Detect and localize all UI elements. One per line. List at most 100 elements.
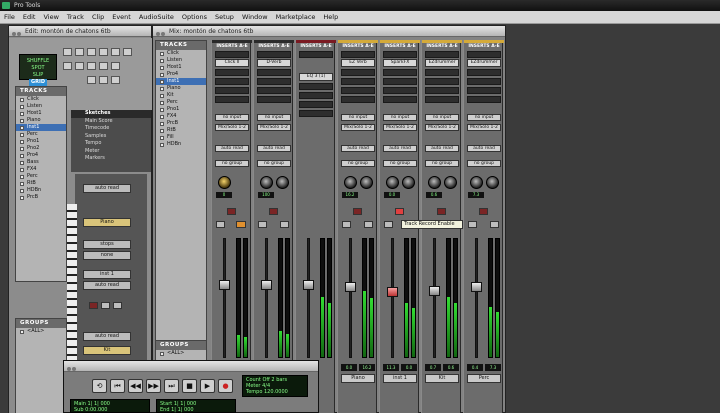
mute-button[interactable]: [364, 221, 373, 228]
track-name-plate[interactable]: inst 1: [383, 374, 417, 383]
volume-fader-handle[interactable]: [387, 287, 398, 297]
grabber-tool-button[interactable]: [99, 48, 108, 56]
return-to-zero-button[interactable]: ⏮: [110, 379, 125, 393]
mix-window-titlebar[interactable]: Mix: montón de chatons 6tb: [153, 26, 505, 37]
insert-slot[interactable]: [341, 78, 375, 85]
track-name-label[interactable]: Kit: [83, 346, 131, 355]
edit-window-titlebar[interactable]: Edit: montón de chatons 6tb: [9, 26, 151, 37]
track-name-plate[interactable]: Perc: [467, 374, 501, 383]
insert-slot[interactable]: [467, 69, 501, 76]
track-list-item[interactable]: Host1: [156, 64, 206, 71]
output-selector[interactable]: Mix/Solo 1-2: [383, 124, 417, 131]
input-selector[interactable]: no input: [341, 114, 375, 121]
insert-slot[interactable]: [383, 51, 417, 58]
output-selector[interactable]: Mix/Solo 1-2: [425, 124, 459, 131]
track-list-item[interactable]: Listen: [16, 103, 66, 110]
insert-slot[interactable]: [299, 83, 333, 90]
memory-item[interactable]: Tempo: [71, 140, 151, 148]
volume-fader-handle[interactable]: [303, 280, 314, 290]
menu-track[interactable]: Track: [67, 13, 84, 21]
track-list-item[interactable]: Piano: [156, 85, 206, 92]
zoom-preset-4[interactable]: [99, 62, 108, 70]
track-list-item[interactable]: Perc: [156, 99, 206, 106]
track-list-item[interactable]: Bass: [16, 159, 66, 166]
output-selector[interactable]: Mix/Solo 1-2: [341, 124, 375, 131]
track-list-item[interactable]: HDBn: [156, 141, 206, 148]
menu-view[interactable]: View: [43, 13, 58, 21]
mute-button[interactable]: [113, 302, 122, 309]
track-list-item[interactable]: HDBn: [16, 187, 66, 194]
record-button[interactable]: ●: [218, 379, 233, 393]
automation-mode-select[interactable]: auto read: [83, 184, 131, 193]
group-select[interactable]: no group: [383, 160, 417, 167]
insert-slot[interactable]: [425, 78, 459, 85]
nudge-button[interactable]: [87, 76, 96, 84]
automation-mode-select[interactable]: auto read: [383, 145, 417, 152]
track-list-item[interactable]: PrcB: [16, 194, 66, 201]
menu-edit[interactable]: Edit: [23, 13, 36, 21]
edit-mode-shuffle-spot[interactable]: SHUFFLE SPOT: [20, 58, 56, 72]
track-list-item[interactable]: FX4: [16, 166, 66, 173]
track-patch-select[interactable]: none: [83, 251, 131, 260]
record-enable-button[interactable]: [269, 208, 278, 215]
track-list-item[interactable]: Pro4: [16, 152, 66, 159]
insert-plugin-button[interactable]: SparkFX: [383, 59, 417, 67]
automation-mode-select[interactable]: auto read: [215, 145, 249, 152]
menu-setup[interactable]: Setup: [215, 13, 234, 21]
track-list-item[interactable]: Kit: [156, 92, 206, 99]
pan-knob-icon[interactable]: [360, 176, 373, 189]
pan-knob-icon[interactable]: [260, 176, 273, 189]
volume-fader-track[interactable]: [475, 238, 478, 358]
group-select[interactable]: no group: [341, 160, 375, 167]
output-selector[interactable]: Mix/Solo 1-2: [467, 124, 501, 131]
window-controls-icon[interactable]: [67, 364, 77, 371]
solo-button[interactable]: [101, 302, 110, 309]
trim-tool-button[interactable]: [75, 48, 84, 56]
volume-fader-handle[interactable]: [261, 280, 272, 290]
tab-to-transient-button[interactable]: [111, 76, 120, 84]
input-selector[interactable]: no input: [383, 114, 417, 121]
track-list-item[interactable]: Perc: [16, 173, 66, 180]
insert-slot[interactable]: [425, 69, 459, 76]
automation-mode-select[interactable]: auto read: [467, 145, 501, 152]
play-button[interactable]: ▶: [200, 379, 215, 393]
track-list-item[interactable]: Pno2: [16, 145, 66, 152]
zoom-preset-1[interactable]: [63, 62, 72, 70]
solo-button[interactable]: [258, 221, 267, 228]
track-list-item[interactable]: Listen: [156, 57, 206, 64]
track-list-item[interactable]: Perc: [16, 131, 66, 138]
insert-slot[interactable]: [215, 87, 249, 94]
insert-slot[interactable]: [257, 69, 291, 76]
fast-forward-button[interactable]: ▶▶: [146, 379, 161, 393]
insert-slot[interactable]: [467, 78, 501, 85]
volume-fader-handle[interactable]: [219, 280, 230, 290]
insert-slot[interactable]: [383, 96, 417, 103]
record-enable-button[interactable]: [353, 208, 362, 215]
group-list-item[interactable]: <ALL>: [156, 350, 206, 357]
volume-fader-track[interactable]: [433, 238, 436, 358]
zoom-preset-3[interactable]: [87, 62, 96, 70]
pan-knob-icon[interactable]: [276, 176, 289, 189]
group-list-item[interactable]: <ALL>: [16, 328, 66, 335]
menu-file[interactable]: File: [4, 13, 15, 21]
insert-plugin-button[interactable]: D-Verb: [257, 59, 291, 67]
pan-knob-icon[interactable]: [486, 176, 499, 189]
track-list-item[interactable]: Fill: [156, 134, 206, 141]
track-list-item[interactable]: PrcB: [156, 120, 206, 127]
menu-event[interactable]: Event: [112, 13, 131, 21]
scrubber-tool-button[interactable]: [111, 48, 120, 56]
insert-slot[interactable]: [299, 110, 333, 117]
go-to-end-button[interactable]: ⏭: [164, 379, 179, 393]
record-enable-button[interactable]: [437, 208, 446, 215]
pan-knob-icon[interactable]: [444, 176, 457, 189]
solo-button[interactable]: [384, 221, 393, 228]
memory-item[interactable]: Samples: [71, 133, 151, 141]
volume-fader-track[interactable]: [391, 238, 394, 358]
pan-knob-icon[interactable]: [428, 176, 441, 189]
insert-slot[interactable]: [257, 51, 291, 58]
track-name-label[interactable]: Piano: [83, 218, 131, 227]
menu-window[interactable]: Window: [242, 13, 268, 21]
track-name-plate[interactable]: Piano: [341, 374, 375, 383]
insert-slot[interactable]: [257, 96, 291, 103]
mix-groups-header[interactable]: GROUPS: [156, 341, 206, 350]
